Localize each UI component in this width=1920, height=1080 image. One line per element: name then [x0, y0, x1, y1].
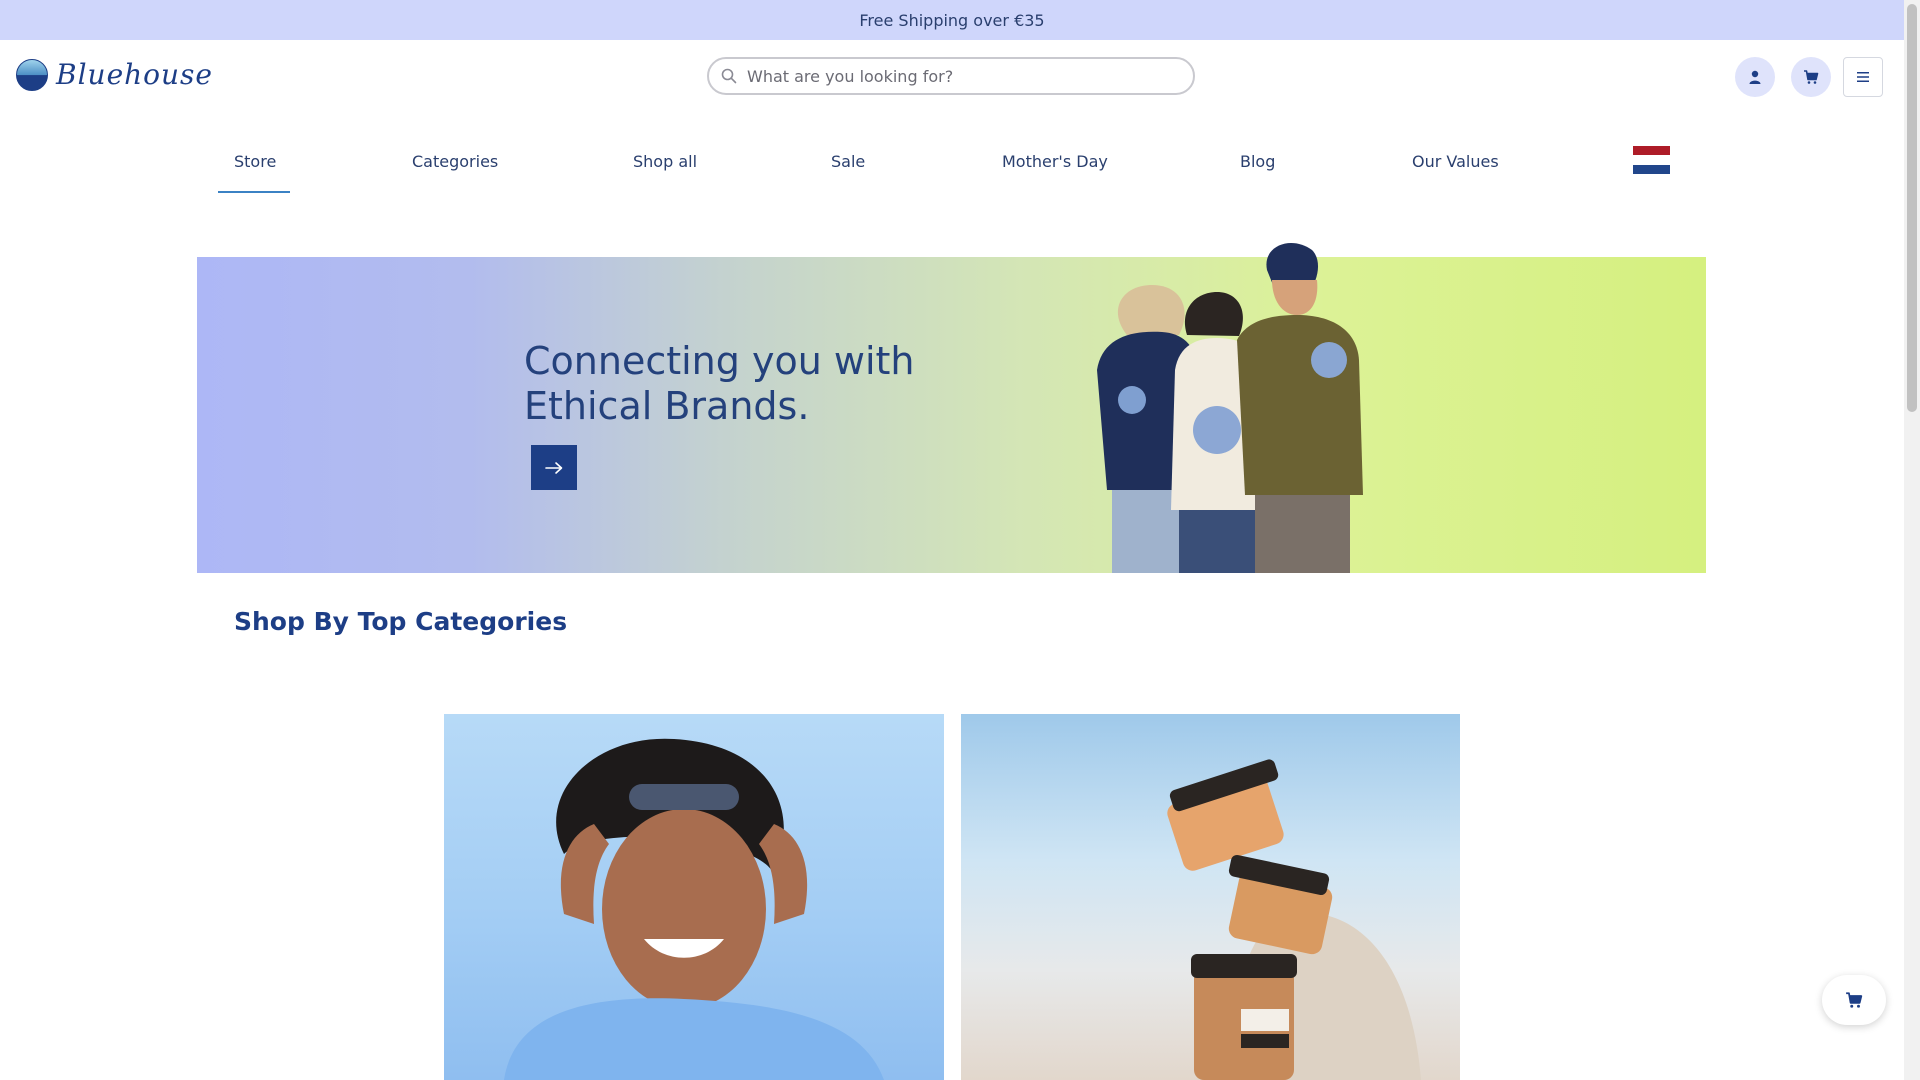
search-box[interactable] — [707, 57, 1195, 95]
nav-item-store[interactable]: Store — [217, 152, 291, 193]
hamburger-menu-icon — [1857, 72, 1869, 82]
user-icon — [1749, 70, 1761, 84]
nav-item-our-values[interactable]: Our Values — [1412, 152, 1499, 171]
header: Bluehouse — [0, 40, 1904, 112]
search-icon — [721, 68, 737, 84]
category-card[interactable] — [444, 714, 944, 1080]
category-image-skincare-jars — [1167, 759, 1421, 1080]
hero-cta-button[interactable] — [531, 445, 577, 490]
arrow-right-icon — [545, 461, 563, 474]
promo-bar: Free Shipping over €35 — [0, 0, 1904, 40]
nav-item-mothers-day[interactable]: Mother's Day — [1002, 152, 1108, 171]
hero-banner[interactable]: Connecting you with Ethical Brands. — [197, 242, 1706, 573]
jar-middle — [1228, 854, 1333, 955]
nav-item-sale[interactable]: Sale — [831, 152, 865, 171]
cart-icon — [1804, 70, 1819, 84]
cart-icon — [1846, 992, 1863, 1008]
hero-title: Connecting you with Ethical Brands. — [524, 339, 915, 428]
search-input[interactable] — [747, 66, 1167, 86]
netherlands-flag-icon[interactable] — [1633, 146, 1670, 174]
model-right — [1237, 242, 1363, 573]
page-scrollbar[interactable] — [1904, 0, 1920, 1080]
hero-models-illustration — [1097, 242, 1363, 573]
logo-text: Bluehouse — [56, 58, 213, 91]
section-title-top-categories: Shop By Top Categories — [234, 607, 568, 636]
jar-bottom — [1191, 954, 1297, 1080]
account-button[interactable] — [1735, 57, 1775, 97]
main-nav: Store Categories Shop all Sale Mother's … — [0, 112, 1904, 194]
flag-stripe-red — [1633, 146, 1670, 156]
flag-stripe-white — [1633, 155, 1670, 165]
category-card[interactable] — [961, 714, 1460, 1080]
menu-button[interactable] — [1843, 57, 1883, 97]
category-image-woman — [504, 738, 884, 1080]
nav-item-categories[interactable]: Categories — [412, 152, 498, 171]
cart-button[interactable] — [1791, 57, 1831, 97]
floating-cart-button[interactable] — [1822, 975, 1886, 1025]
nav-item-shop-all[interactable]: Shop all — [633, 152, 697, 171]
logo-globe-icon — [16, 58, 48, 91]
nav-item-blog[interactable]: Blog — [1240, 152, 1275, 171]
flag-stripe-blue — [1633, 164, 1670, 174]
scrollbar-thumb[interactable] — [1907, 4, 1917, 412]
logo[interactable]: Bluehouse — [16, 58, 213, 91]
jar-top — [1167, 759, 1284, 871]
promo-text: Free Shipping over €35 — [859, 10, 1045, 30]
